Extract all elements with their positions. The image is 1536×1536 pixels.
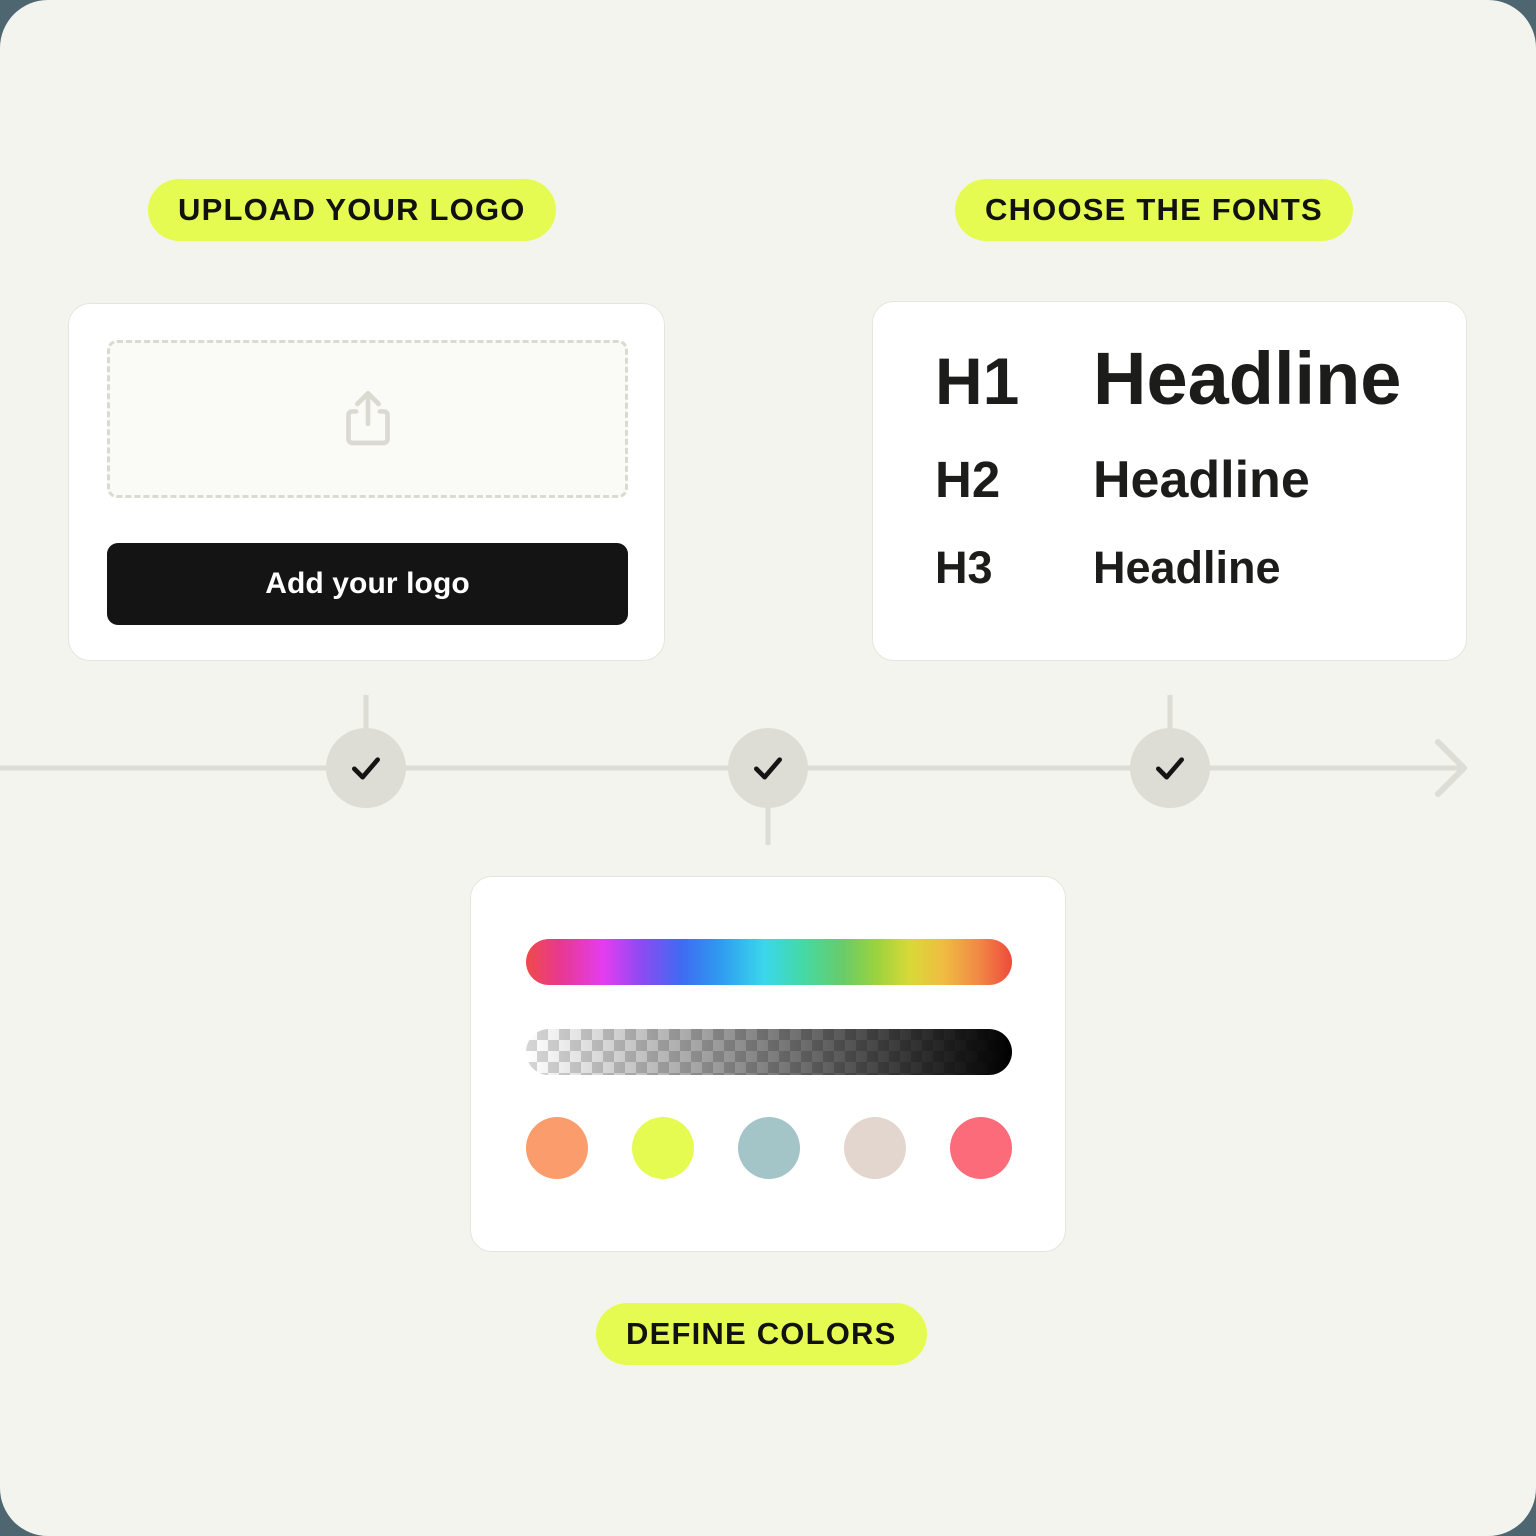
choose-fonts-card: H1 Headline H2 Headline H3 Headline [872,301,1467,661]
font-row-h3[interactable]: H3 Headline [935,542,1415,622]
opacity-gradient-slider[interactable] [526,1029,1012,1075]
swatch-coral[interactable] [950,1117,1012,1179]
color-swatch-row [526,1117,1012,1179]
timeline-node-choose-fonts[interactable] [1130,728,1210,808]
check-icon [1156,757,1184,780]
pill-define-colors: DEFINE COLORS [596,1303,927,1365]
check-icon [352,757,380,780]
font-row-h1-sample: Headline [1093,337,1402,420]
font-row-h2[interactable]: H2 Headline [935,450,1415,542]
add-your-logo-button[interactable]: Add your logo [107,543,628,625]
font-row-h1[interactable]: H1 Headline [935,336,1415,450]
timeline-node-upload-logo[interactable] [326,728,406,808]
font-scale-list: H1 Headline H2 Headline H3 Headline [935,336,1415,622]
font-row-h1-tag: H1 [935,344,1020,418]
arrow-right-icon [1435,739,1467,797]
upload-share-icon [345,390,390,446]
swatch-blush[interactable] [844,1117,906,1179]
swatch-orange[interactable] [526,1117,588,1179]
font-row-h3-sample: Headline [1093,542,1281,593]
font-row-h2-sample: Headline [1093,451,1310,509]
upload-logo-card: Add your logo [68,303,665,661]
check-icon [754,757,782,780]
font-row-h2-tag: H2 [935,451,1001,508]
hue-gradient-slider[interactable] [526,939,1012,985]
pill-upload-your-logo: UPLOAD YOUR LOGO [148,179,556,241]
swatch-teal[interactable] [738,1117,800,1179]
logo-dropzone[interactable] [107,340,628,498]
pill-choose-the-fonts: CHOOSE THE FONTS [955,179,1353,241]
brand-setup-illustration: UPLOAD YOUR LOGO CHOOSE THE FONTS DEFINE… [0,0,1536,1536]
timeline-node-define-colors[interactable] [728,728,808,808]
define-colors-card [470,876,1066,1252]
swatch-lime[interactable] [632,1117,694,1179]
font-row-h3-tag: H3 [935,542,993,593]
